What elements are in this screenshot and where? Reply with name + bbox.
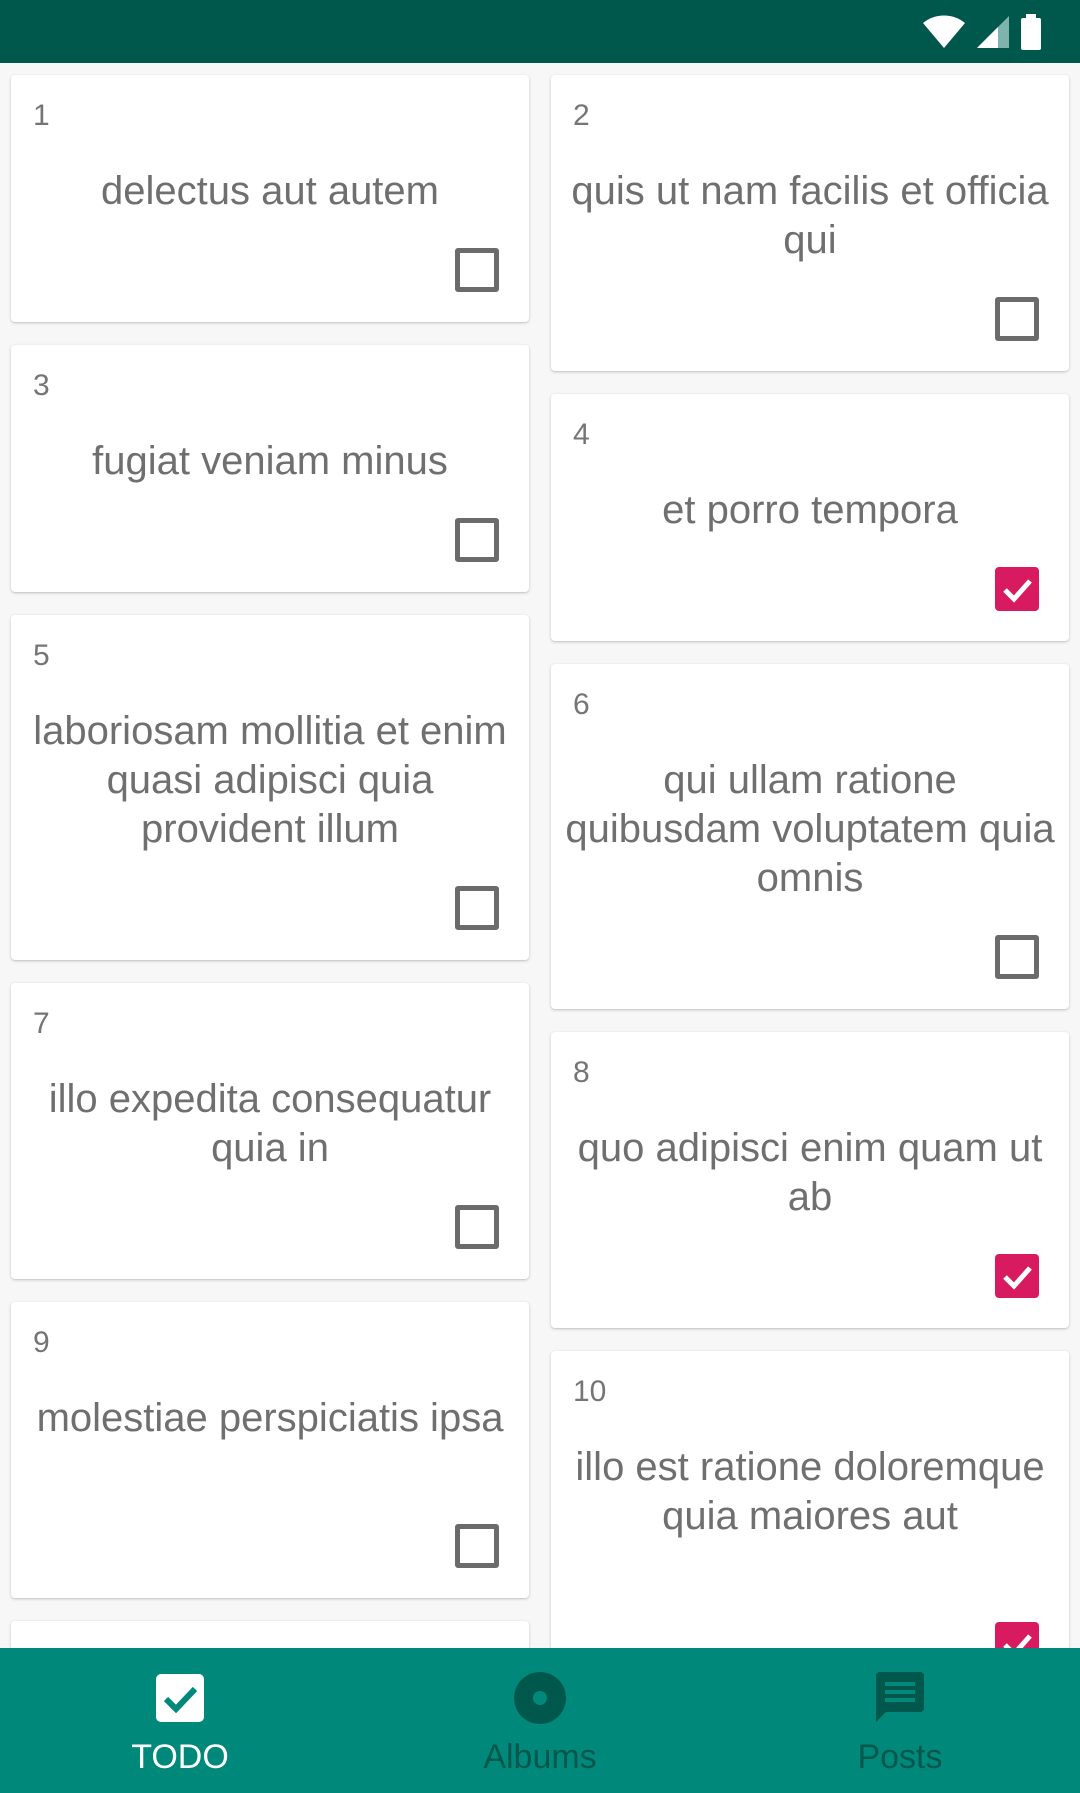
todo-card[interactable]: 6 qui ullam ratione quibusdam voluptatem… xyxy=(551,664,1069,1009)
todo-checkbox[interactable] xyxy=(993,1620,1041,1648)
todo-title: illo expedita consequatur quia in xyxy=(48,1077,492,1170)
todo-checkbox[interactable] xyxy=(453,1203,501,1251)
nav-label-posts: Posts xyxy=(857,1738,943,1776)
todo-checkbox[interactable] xyxy=(453,884,501,932)
todo-card-partial[interactable] xyxy=(11,1621,529,1648)
todo-card[interactable]: 1 delectus aut autem xyxy=(11,75,529,322)
todo-card[interactable]: 8 quo adipisci enim quam ut ab xyxy=(551,1032,1069,1328)
todo-card[interactable]: 5 laboriosam mollitia et enim quasi adip… xyxy=(11,615,529,960)
todo-id: 10 xyxy=(573,1375,607,1408)
nav-item-albums[interactable]: Albums xyxy=(360,1648,720,1793)
todo-title: molestiae perspiciatis ipsa xyxy=(36,1396,504,1440)
todo-title: qui ullam ratione quibusdam voluptatem q… xyxy=(565,758,1055,900)
todo-checkbox[interactable] xyxy=(993,295,1041,343)
bottom-navigation: TODO Albums Posts xyxy=(0,1648,1080,1793)
wifi-icon xyxy=(922,15,966,49)
todo-checkbox[interactable] xyxy=(993,1252,1041,1300)
todo-title: quo adipisci enim quam ut ab xyxy=(577,1126,1043,1219)
todo-id: 7 xyxy=(33,1007,50,1040)
todo-card[interactable]: 7 illo expedita consequatur quia in xyxy=(11,983,529,1279)
todo-card[interactable]: 4 et porro tempora xyxy=(551,394,1069,641)
todo-id: 4 xyxy=(573,418,590,451)
check-box-icon xyxy=(156,1674,204,1722)
todo-card[interactable]: 10 illo est ratione doloremque quia maio… xyxy=(551,1351,1069,1648)
album-icon xyxy=(514,1672,566,1724)
todo-checkbox[interactable] xyxy=(453,246,501,294)
nav-item-posts[interactable]: Posts xyxy=(720,1648,1080,1793)
nav-label-albums: Albums xyxy=(483,1738,597,1776)
battery-icon xyxy=(1020,14,1042,50)
todo-card[interactable]: 9 molestiae perspiciatis ipsa xyxy=(11,1302,529,1598)
todo-checkbox[interactable] xyxy=(993,565,1041,613)
todo-checkbox[interactable] xyxy=(453,1522,501,1570)
nav-item-todo[interactable]: TODO xyxy=(0,1648,360,1793)
todo-card[interactable]: 3 fugiat veniam minus xyxy=(11,345,529,592)
todo-title: delectus aut autem xyxy=(101,169,439,213)
comment-icon xyxy=(876,1672,924,1722)
todo-id: 2 xyxy=(573,99,590,132)
todo-id: 1 xyxy=(33,99,50,132)
todo-id: 5 xyxy=(33,639,50,672)
todo-title: laboriosam mollitia et enim quasi adipis… xyxy=(33,709,507,851)
cell-signal-icon xyxy=(976,15,1010,49)
todo-id: 6 xyxy=(573,688,590,721)
todo-title: illo est ratione doloremque quia maiores… xyxy=(575,1445,1045,1538)
todo-grid: 1 delectus aut autem 3 fugiat veniam min… xyxy=(0,63,1080,1648)
todo-id: 3 xyxy=(33,369,50,402)
todo-card[interactable]: 2 quis ut nam facilis et officia qui xyxy=(551,75,1069,371)
todo-title: fugiat veniam minus xyxy=(92,439,448,483)
todo-id: 9 xyxy=(33,1326,50,1359)
todo-title: et porro tempora xyxy=(662,488,958,532)
todo-checkbox[interactable] xyxy=(453,516,501,564)
todo-title: quis ut nam facilis et officia qui xyxy=(571,169,1049,262)
status-bar xyxy=(0,0,1080,63)
todo-checkbox[interactable] xyxy=(993,933,1041,981)
nav-label-todo: TODO xyxy=(131,1738,229,1776)
todo-id: 8 xyxy=(573,1056,590,1089)
